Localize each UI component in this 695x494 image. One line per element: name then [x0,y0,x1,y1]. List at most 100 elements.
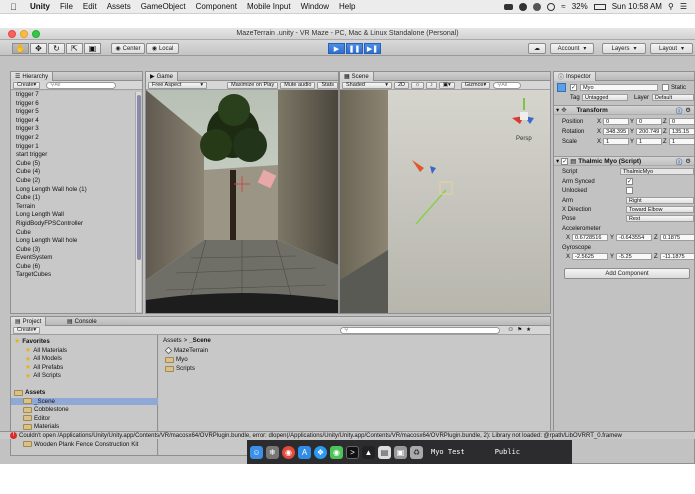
layer-dropdown[interactable]: Default [652,94,694,101]
cloud-button[interactable]: ☁ [528,43,546,54]
hierarchy-item[interactable]: Long Length Wall hole [16,237,135,246]
asset-folder[interactable]: _Scene [11,397,158,405]
menu-edit[interactable]: Edit [83,2,97,11]
hierarchy-item[interactable]: Cube (5) [16,160,135,169]
stats-toggle[interactable]: Stats [317,81,338,89]
hierarchy-item[interactable]: trigger 3 [16,125,135,134]
hierarchy-scroll-thumb[interactable] [137,95,141,260]
hierarchy-item[interactable]: Cube (4) [16,168,135,177]
battery-icon[interactable] [593,3,606,10]
menu-app[interactable]: Unity [30,2,50,11]
settings-gear-icon[interactable]: ⚙ [685,106,691,114]
messages-icon[interactable]: ◉ [330,445,343,459]
notifications-icon[interactable]: ☰ [680,2,687,11]
help-icon[interactable]: ⓘ [676,157,682,166]
hierarchy-scrollbar[interactable] [135,92,141,312]
breadcrumb-current[interactable]: _Scene [189,337,211,344]
accelerometer-z-input[interactable]: 0.1875 [660,234,694,241]
favorite-item[interactable]: ★ All Materials [25,346,67,355]
step-button[interactable]: ▶❚ [364,43,381,54]
pause-button[interactable]: ❚❚ [346,43,363,54]
hierarchy-item[interactable]: trigger 5 [16,108,135,117]
launchpad-icon[interactable]: ❄ [266,445,279,459]
sync-icon[interactable] [547,2,556,11]
terminal-icon[interactable]: > [346,445,359,459]
layers-dropdown[interactable]: Layers ▾ [602,43,646,54]
project-search-input[interactable]: ⚲ [340,326,501,334]
maximize-on-play-toggle[interactable]: Maximize on Play [227,81,279,89]
chrome-icon[interactable]: ◉ [282,445,295,459]
hierarchy-item[interactable]: Long Length Wall [16,211,135,220]
scale-y-input[interactable]: 1 [636,138,662,145]
mute-audio-toggle[interactable]: Mute audio [280,81,316,89]
project-file[interactable]: Myo [165,356,188,363]
account-dropdown[interactable]: Account ▾ [550,43,594,54]
favorite-item[interactable]: ★ All Models [25,355,62,363]
accelerometer-x-input[interactable]: 0.6728516 [572,234,608,241]
settings-gear-icon[interactable]: ⚙ [685,157,691,165]
scale-tool-button[interactable]: ⇱ [66,43,83,54]
unity-icon[interactable]: ▲ [362,445,375,459]
2d-toggle[interactable]: 2D [394,81,410,89]
document-icon[interactable]: ▤ [378,445,391,459]
hierarchy-item[interactable]: start trigger [16,151,135,160]
hierarchy-item[interactable]: trigger 4 [16,117,135,126]
evernote-icon[interactable] [533,2,542,11]
x-direction-dropdown[interactable]: Toward Elbow [626,206,694,213]
myo-enabled-checkbox[interactable]: ✓ [561,157,569,165]
transform-header[interactable]: ▾ ✥ Transform ⓘ ⚙ [554,105,694,115]
hierarchy-item[interactable]: trigger 1 [16,143,135,152]
finder-icon[interactable]: ☺ [250,445,263,459]
shading-dropdown[interactable]: Shaded ▾ [342,81,392,89]
menu-window[interactable]: Window [301,2,329,11]
hierarchy-item[interactable]: Terrain [16,203,135,212]
gyroscope-y-input[interactable]: -5.25 [616,253,652,260]
myo-script-header[interactable]: ▾ ✓ ▤ Thalmic Myo (Script) ⓘ ⚙ [554,156,694,166]
rotation-z-input[interactable]: 135.15 [669,128,694,135]
clock[interactable]: Sun 10:58 AM [612,2,662,11]
tab-game[interactable]: ▶ Game [146,72,178,81]
tab-scene[interactable]: ▦ Scene [340,72,374,81]
aspect-dropdown[interactable]: Free Aspect ▾ [148,81,208,89]
project-file[interactable]: Scripts [165,365,195,372]
asset-folder[interactable]: Wooden Plank Fence Construction Kit [23,441,138,448]
position-z-input[interactable]: 0 [669,118,694,125]
preview-icon[interactable]: ▣ [394,445,407,459]
console-status-bar[interactable]: ! Couldn't open /Applications/Unity/Unit… [0,431,695,439]
scene-search-input[interactable]: ⚲ All [493,81,522,89]
arm-synced-checkbox[interactable]: ✓ [626,178,633,185]
move-tool-button[interactable]: ✥ [30,43,47,54]
filter-by-type-icon[interactable]: ⚇ [508,327,513,333]
favorite-item[interactable]: ★ All Scripts [25,372,61,380]
tab-hierarchy[interactable]: ☰ Hierarchy [11,72,54,81]
hand-tool-button[interactable]: ✋ [12,43,29,54]
hierarchy-item[interactable]: EventSystem [16,254,135,263]
hierarchy-item[interactable]: RigidBodyFPSController [16,220,135,229]
effects-dropdown[interactable]: ▣ ▾ [438,81,455,89]
hierarchy-search-input[interactable]: ⚲ All [46,81,117,89]
hierarchy-item[interactable]: Cube [16,229,135,238]
game-view[interactable] [146,90,338,314]
gizmos-dropdown[interactable]: Gizmos ▾ [460,81,491,89]
scene-view[interactable]: Persp [340,90,550,314]
add-component-button[interactable]: Add Component [564,268,690,279]
menu-assets[interactable]: Assets [107,2,131,11]
wifi-icon[interactable]: ≈ [561,2,565,11]
asset-folder[interactable]: Cobblestone [23,406,69,413]
asset-folder[interactable]: Materials [23,423,59,430]
pivot-center-toggle[interactable]: ◉ Center [111,43,145,54]
position-y-input[interactable]: 0 [636,118,662,125]
active-checkbox[interactable]: ✓ [570,84,577,91]
tab-project[interactable]: ▤ Project [11,317,47,326]
tab-console[interactable]: ▤ Console [63,317,101,326]
breadcrumb-assets[interactable]: Assets [163,337,182,344]
rotation-y-input[interactable]: 200.749 [636,128,662,135]
hierarchy-item[interactable]: Cube (3) [16,246,135,255]
audio-toggle[interactable]: ♪ [426,81,437,89]
rotation-x-input[interactable]: 348.395 [603,128,629,135]
menu-mobile-input[interactable]: Mobile Input [247,2,291,11]
scale-z-input[interactable]: 1 [669,138,694,145]
unlocked-checkbox[interactable] [626,187,633,194]
favorite-search-icon[interactable]: ★ [526,327,531,333]
hierarchy-item[interactable]: Cube (1) [16,194,135,203]
